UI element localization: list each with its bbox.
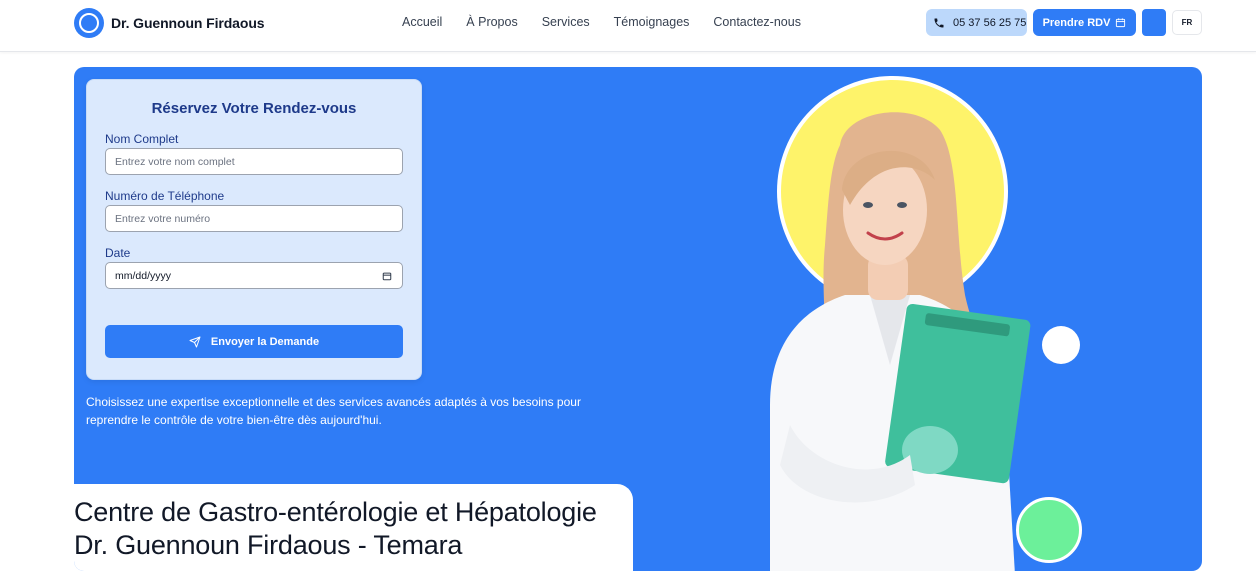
- name-label: Nom Complet: [105, 132, 179, 146]
- hero-title-line-2: Dr. Guennoun Firdaous - Temara: [74, 530, 463, 560]
- hero-title-box: Centre de Gastro-entérologie et Hépatolo…: [74, 484, 633, 571]
- nav-item-services[interactable]: Services: [542, 15, 590, 29]
- form-title: Réservez Votre Rendez-vous: [151, 100, 357, 117]
- hero-section: Réservez Votre Rendez-vous Nom Complet E…: [74, 67, 1202, 571]
- nav-item-temoignages[interactable]: Témoignages: [614, 15, 690, 29]
- date-value: mm/dd/yyyy: [115, 269, 172, 282]
- prendre-rdv-button[interactable]: Prendre RDV: [1033, 9, 1136, 36]
- phone-input[interactable]: Entrez votre numéro: [105, 205, 403, 232]
- hero-description: Choisissez une expertise exceptionnelle …: [86, 395, 581, 427]
- nav-item-contact[interactable]: Contactez-nous: [713, 15, 801, 29]
- phone-label: Numéro de Téléphone: [105, 189, 225, 203]
- brand[interactable]: Dr. Guennoun Firdaous: [74, 8, 265, 38]
- menu-square-button[interactable]: [1142, 9, 1166, 36]
- date-input[interactable]: mm/dd/yyyy: [105, 262, 403, 289]
- name-input[interactable]: Entrez votre nom complet: [105, 148, 403, 175]
- site-header: Dr. Guennoun Firdaous Accueil À Propos S…: [0, 0, 1256, 52]
- nav-item-accueil[interactable]: Accueil: [402, 15, 442, 29]
- send-icon: [189, 336, 201, 347]
- phone-number: 05 37 56 25 75: [953, 16, 1027, 29]
- submit-button[interactable]: Envoyer la Demande: [105, 325, 403, 358]
- hero-title-line-1: Centre de Gastro-entérologie et Hépatolo…: [74, 497, 597, 527]
- date-picker-icon[interactable]: [382, 271, 392, 281]
- phone-icon: [934, 18, 944, 27]
- submit-label: Envoyer la Demande: [210, 335, 320, 348]
- rdv-label: Prendre RDV: [1042, 16, 1111, 29]
- green-dot-decoration: [1016, 497, 1082, 563]
- language-switch[interactable]: FR: [1172, 10, 1202, 35]
- brand-logo-icon: [74, 8, 104, 38]
- white-dot-decoration: [1042, 326, 1080, 364]
- date-label: Date: [105, 246, 131, 260]
- brand-name: Dr. Guennoun Firdaous: [111, 15, 265, 31]
- main-nav: Accueil À Propos Services Témoignages Co…: [402, 15, 825, 29]
- nav-item-a-propos[interactable]: À Propos: [466, 15, 517, 29]
- phone-button[interactable]: 05 37 56 25 75: [926, 9, 1027, 36]
- calendar-icon: [1116, 18, 1126, 28]
- doctor-illustration: [770, 112, 1031, 571]
- appointment-form: Réservez Votre Rendez-vous Nom Complet E…: [86, 79, 422, 380]
